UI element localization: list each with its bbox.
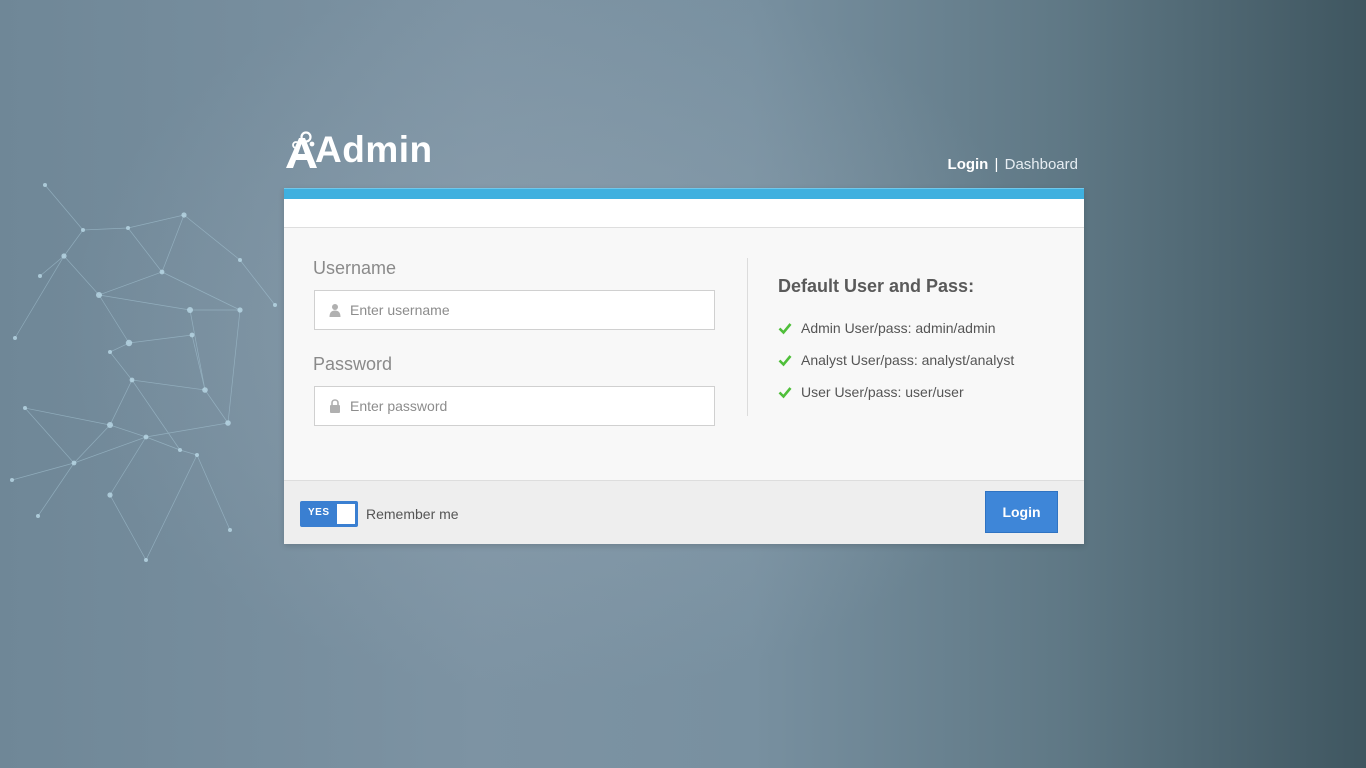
credential-text: Analyst User/pass: analyst/analyst	[801, 352, 1015, 368]
list-item: Admin User/pass: admin/admin	[778, 320, 1014, 352]
default-credentials-title: Default User and Pass:	[778, 276, 975, 296]
logo-text: Admin	[315, 129, 433, 170]
password-label: Password	[313, 354, 393, 374]
panel-header	[284, 199, 1084, 228]
nav-login-link[interactable]: Login	[948, 156, 989, 173]
username-input[interactable]	[350, 291, 705, 329]
check-icon	[778, 387, 792, 399]
panel-accent-bar	[284, 188, 1084, 199]
check-icon	[778, 355, 792, 367]
nav-dashboard-link[interactable]: Dashboard	[1005, 156, 1078, 173]
logo[interactable]: Admin	[284, 130, 433, 170]
password-field[interactable]	[314, 386, 715, 426]
panel-footer: YES Remember me Login	[284, 480, 1084, 544]
username-label: Username	[313, 258, 397, 278]
username-field[interactable]	[314, 290, 715, 330]
list-item: User User/pass: user/user	[778, 384, 1014, 416]
login-panel: Username Password Default User and Pass:…	[284, 188, 1084, 544]
check-icon	[778, 323, 792, 335]
lock-icon	[330, 399, 340, 413]
vertical-divider	[747, 258, 748, 416]
credential-text: Admin User/pass: admin/admin	[801, 320, 996, 336]
remember-me-toggle[interactable]: YES	[300, 501, 358, 527]
credential-text: User User/pass: user/user	[801, 384, 964, 400]
password-input[interactable]	[350, 387, 705, 425]
panel-body: Username Password Default User and Pass:…	[284, 228, 1084, 480]
toggle-knob	[337, 504, 355, 524]
user-icon	[329, 304, 341, 317]
login-button[interactable]: Login	[985, 491, 1058, 533]
top-nav: Login | Dashboard	[948, 156, 1078, 173]
toggle-yes-label: YES	[308, 507, 330, 518]
default-credentials-list: Admin User/pass: admin/admin Analyst Use…	[778, 320, 1014, 416]
network-background-graphic	[10, 183, 277, 562]
list-item: Analyst User/pass: analyst/analyst	[778, 352, 1014, 384]
top-bar: Admin Login | Dashboard	[284, 128, 1084, 188]
remember-me-label[interactable]: Remember me	[366, 506, 459, 522]
logo-gear-a-icon	[286, 131, 317, 168]
nav-separator: |	[994, 156, 999, 173]
